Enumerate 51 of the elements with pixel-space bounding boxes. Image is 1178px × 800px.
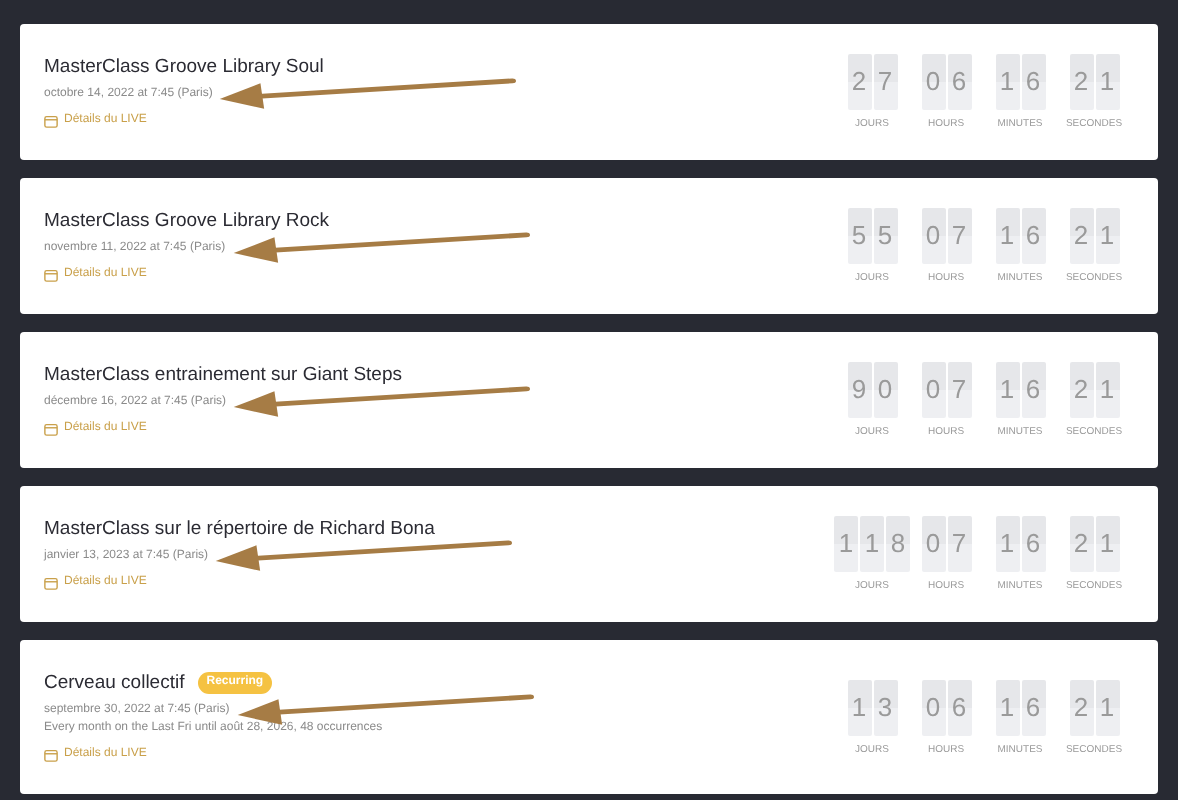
- digit-tile: 1: [995, 208, 1019, 264]
- digit-tile: 6: [1021, 679, 1045, 735]
- event-title: MasterClass Groove Library Rock: [44, 208, 330, 234]
- digit-tile: 6: [947, 54, 971, 110]
- digit-tile: 0: [921, 208, 945, 264]
- event-title: Cerveau collectif: [44, 670, 185, 696]
- digit-tile: 6: [1021, 516, 1045, 572]
- digit-tile: 1: [860, 516, 884, 572]
- digit-tile: 1: [1095, 516, 1119, 572]
- digit-tile: 2: [1069, 208, 1093, 264]
- digit-tile: 1: [1095, 54, 1119, 110]
- calendar-icon: [44, 748, 58, 762]
- digit-tile: 1: [1095, 679, 1119, 735]
- digit-tile: 1: [995, 362, 1019, 418]
- calendar-icon: [44, 422, 58, 436]
- event-title: MasterClass Groove Library Soul: [44, 54, 324, 80]
- digit-tile: 1: [834, 516, 858, 572]
- digit-tile: 0: [921, 679, 945, 735]
- digit-tile: 1: [1095, 208, 1119, 264]
- digit-tile: 0: [873, 362, 897, 418]
- digit-tile: 8: [886, 516, 910, 572]
- calendar-icon: [44, 576, 58, 590]
- digit-tile: 0: [921, 54, 945, 110]
- digit-tile: 1: [1095, 362, 1119, 418]
- digit-tile: 7: [947, 208, 971, 264]
- calendar-icon: [44, 268, 58, 282]
- digit-tile: 0: [921, 516, 945, 572]
- digit-tile: 6: [1021, 362, 1045, 418]
- digit-tile: 5: [847, 208, 871, 264]
- digit-tile: 7: [947, 516, 971, 572]
- event-title: MasterClass sur le répertoire de Richard Bona: [44, 516, 435, 542]
- digit-tile: 2: [1069, 516, 1093, 572]
- digit-tile: 3: [873, 679, 897, 735]
- digit-tile: 1: [995, 679, 1019, 735]
- digit-tile: 2: [1069, 54, 1093, 110]
- digit-tile: 2: [1069, 362, 1093, 418]
- event-title: MasterClass entrainement sur Giant Steps: [44, 362, 402, 388]
- digit-tile: 7: [947, 362, 971, 418]
- digit-tile: 1: [995, 516, 1019, 572]
- digit-tile: 1: [995, 54, 1019, 110]
- digit-tile: 0: [921, 362, 945, 418]
- digit-tile: 6: [947, 679, 971, 735]
- digit-tile: 2: [1069, 679, 1093, 735]
- digit-tile: 5: [873, 208, 897, 264]
- digit-tile: 2: [847, 54, 871, 110]
- digit-tile: 9: [847, 362, 871, 418]
- digit-tile: 7: [873, 54, 897, 110]
- calendar-icon: [44, 114, 58, 128]
- digit-tile: 6: [1021, 54, 1045, 110]
- digit-tile: 1: [847, 679, 871, 735]
- digit-tile: 6: [1021, 208, 1045, 264]
